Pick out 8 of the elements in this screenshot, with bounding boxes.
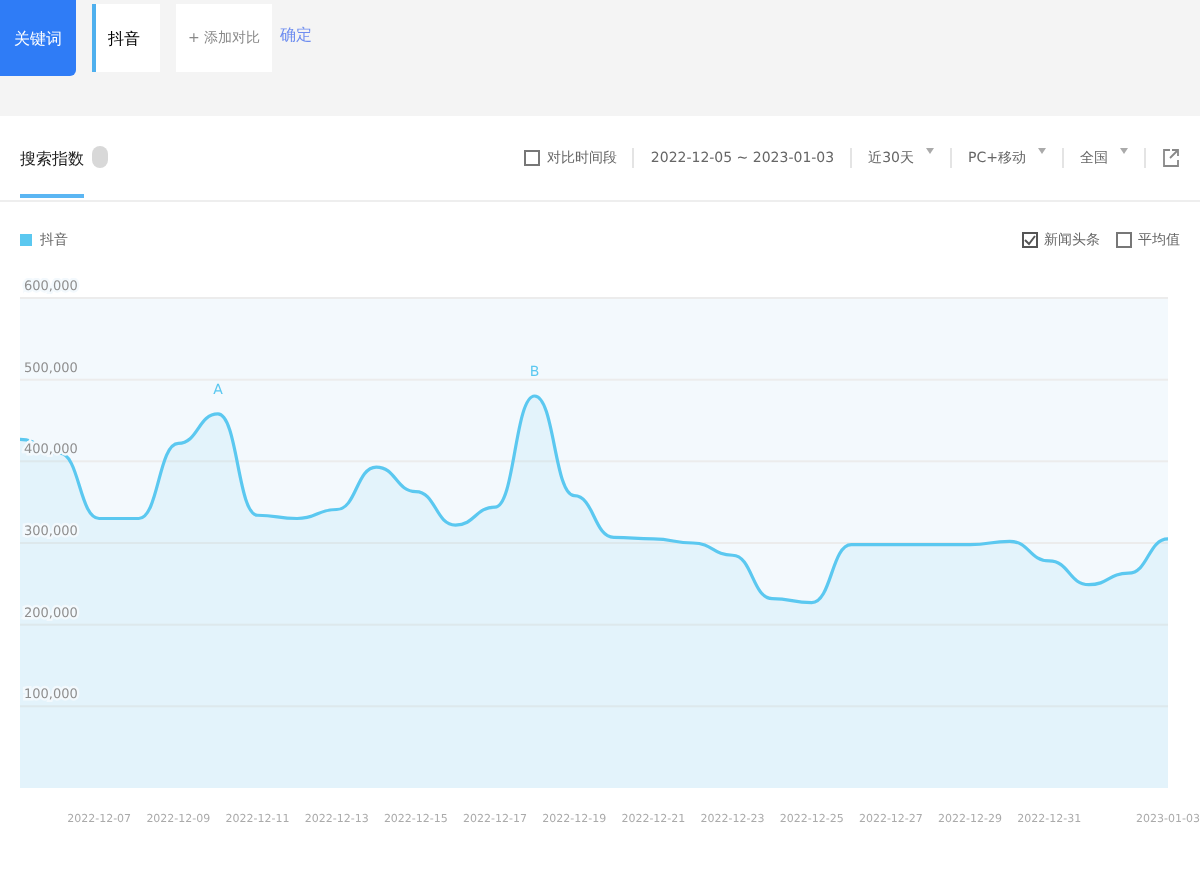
keyword-field[interactable]: 抖音: [92, 4, 160, 72]
search-index-tab[interactable]: 搜索指数: [20, 119, 84, 197]
export-icon[interactable]: [1162, 148, 1180, 168]
check-icon: [1024, 234, 1036, 246]
caret-icon: [1038, 148, 1046, 154]
caret-icon: [926, 148, 935, 154]
caret-icon: [1120, 148, 1128, 154]
keyword-tab[interactable]: 关键词: [0, 0, 76, 76]
